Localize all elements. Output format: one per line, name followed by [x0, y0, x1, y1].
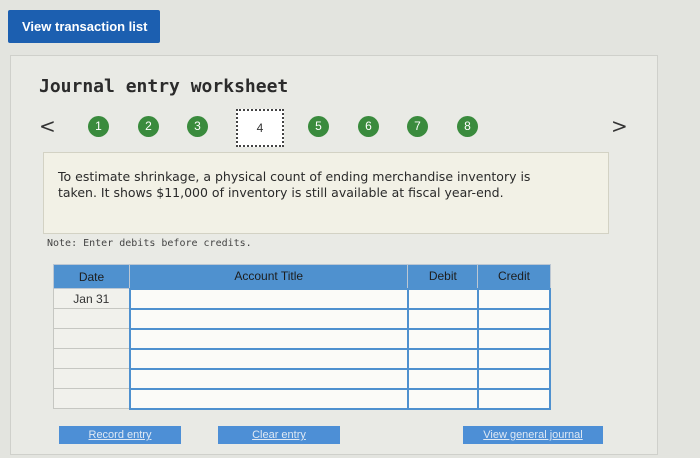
- date-cell: [52, 308, 131, 329]
- debit-input[interactable]: [406, 287, 479, 310]
- date-cell: [52, 328, 131, 349]
- step-7-button[interactable]: 7: [407, 116, 428, 137]
- step-3-button[interactable]: 3: [187, 116, 208, 137]
- table-row: [52, 367, 552, 390]
- step-2-button[interactable]: 2: [138, 116, 159, 137]
- step-1-button[interactable]: 1: [88, 116, 109, 137]
- journal-worksheet-panel: Journal entry worksheet < > 1 2 3 4 5 6 …: [10, 55, 658, 455]
- account-title-input[interactable]: [128, 367, 409, 390]
- date-cell: [52, 388, 131, 409]
- worksheet-title: Journal entry worksheet: [39, 76, 289, 97]
- debit-input[interactable]: [406, 367, 479, 390]
- entry-note: Note: Enter debits before credits.: [47, 238, 252, 249]
- date-cell: Jan 31: [52, 288, 131, 309]
- next-arrow-icon[interactable]: >: [611, 114, 628, 138]
- step-8-button[interactable]: 8: [457, 116, 478, 137]
- description-line-1: To estimate shrinkage, a physical count …: [58, 169, 531, 184]
- debit-input[interactable]: [406, 307, 479, 330]
- debit-header: Debit: [407, 264, 479, 289]
- step-6-button[interactable]: 6: [358, 116, 379, 137]
- journal-table: Date Account Title Debit Credit Jan 31: [52, 264, 552, 410]
- prev-arrow-icon[interactable]: <: [39, 114, 56, 138]
- table-header-row: Date Account Title Debit Credit: [52, 264, 551, 289]
- view-transaction-list-button[interactable]: View transaction list: [8, 10, 160, 43]
- table-row: [52, 327, 552, 350]
- credit-input[interactable]: [476, 387, 552, 410]
- record-entry-button[interactable]: Record entry: [59, 426, 181, 444]
- account-title-input[interactable]: [128, 287, 409, 310]
- debit-input[interactable]: [406, 347, 479, 370]
- view-general-journal-button[interactable]: View general journal: [463, 426, 603, 444]
- table-row: [52, 387, 552, 410]
- table-row: [52, 307, 552, 330]
- clear-entry-button[interactable]: Clear entry: [218, 426, 340, 444]
- step-5-button[interactable]: 5: [308, 116, 329, 137]
- table-row: Jan 31: [52, 287, 552, 310]
- table-row: [52, 347, 552, 370]
- account-title-header: Account Title: [129, 264, 409, 289]
- credit-input[interactable]: [476, 307, 552, 330]
- description-line-2: taken. It shows $11,000 of inventory is …: [58, 185, 504, 200]
- transaction-description: To estimate shrinkage, a physical count …: [43, 152, 609, 234]
- account-title-input[interactable]: [128, 307, 409, 330]
- account-title-input[interactable]: [128, 327, 409, 350]
- account-title-input[interactable]: [128, 347, 409, 370]
- credit-input[interactable]: [476, 367, 552, 390]
- credit-input[interactable]: [476, 287, 552, 310]
- credit-input[interactable]: [476, 347, 552, 370]
- date-cell: [52, 348, 131, 369]
- debit-input[interactable]: [406, 327, 479, 350]
- credit-header: Credit: [477, 264, 551, 289]
- account-title-input[interactable]: [128, 387, 409, 410]
- date-header: Date: [52, 264, 131, 289]
- credit-input[interactable]: [476, 327, 552, 350]
- debit-input[interactable]: [406, 387, 479, 410]
- date-cell: [52, 368, 131, 389]
- step-4-current[interactable]: 4: [236, 109, 284, 147]
